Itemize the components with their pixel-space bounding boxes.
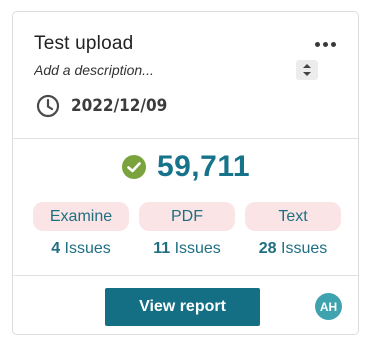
check-circle-icon — [121, 155, 146, 179]
issue-count-pdf: 11 Issues — [139, 240, 235, 258]
up-down-spinner-icon — [303, 64, 311, 76]
issue-count-label: Issues — [64, 240, 111, 257]
category-pills: Examine PDF Text — [33, 202, 341, 231]
issue-counts: 4 Issues 11 Issues 28 Issues — [33, 240, 341, 258]
avatar[interactable]: AH — [315, 293, 342, 320]
issue-count-examine: 4 Issues — [33, 240, 129, 258]
issue-count-value: 11 — [153, 240, 171, 257]
upload-date: 2022/12/09 — [71, 96, 168, 116]
divider — [13, 275, 358, 276]
description-input[interactable] — [34, 62, 284, 78]
issue-count-text: 28 Issues — [245, 240, 341, 258]
issue-count-label: Issues — [174, 240, 221, 257]
description-spinner[interactable] — [296, 60, 318, 80]
category-pill-examine[interactable]: Examine — [33, 202, 129, 231]
clock-icon — [36, 94, 60, 118]
more-options-button[interactable] — [311, 34, 339, 54]
upload-card: Test upload 2022/12/09 59,711 Examine PD… — [12, 11, 359, 335]
issue-count-value: 28 — [258, 240, 277, 257]
more-options-icon — [314, 41, 320, 47]
category-pill-pdf[interactable]: PDF — [139, 202, 235, 231]
category-pill-text[interactable]: Text — [245, 202, 341, 231]
total-score: 59,711 — [156, 150, 251, 183]
card-title: Test upload — [34, 33, 134, 54]
date-row: 2022/12/09 — [36, 94, 167, 118]
view-report-button[interactable]: View report — [105, 288, 260, 326]
issue-count-label: Issues — [281, 240, 328, 257]
issue-count-value: 4 — [51, 240, 61, 257]
divider — [13, 138, 358, 139]
score-row: 59,711 — [13, 150, 358, 184]
